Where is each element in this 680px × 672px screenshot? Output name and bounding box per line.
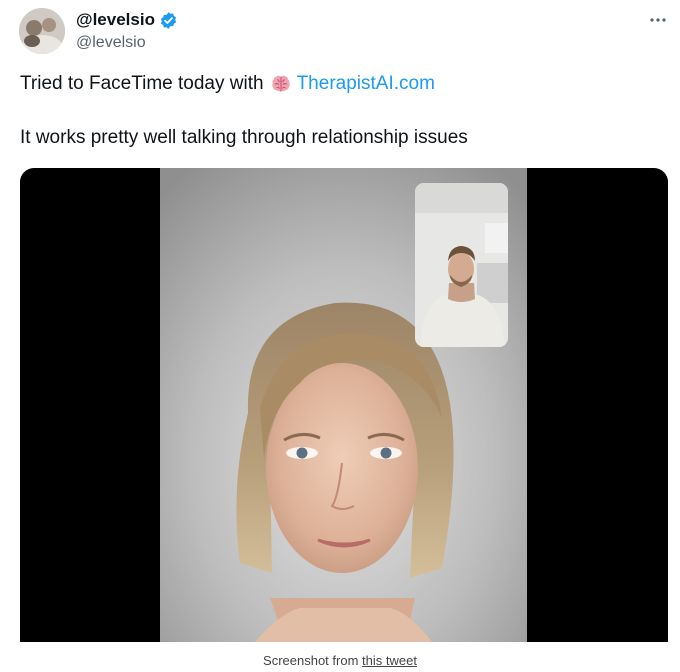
self-view-video — [415, 183, 508, 347]
tweet-text-line-1: Tried to FaceTime today with TherapistAI… — [20, 72, 660, 96]
avatar[interactable] — [19, 8, 65, 54]
more-options-button[interactable] — [644, 8, 672, 32]
display-name[interactable]: @levelsio — [76, 10, 155, 30]
therapistai-link[interactable]: TherapistAI.com — [297, 72, 435, 96]
author-info[interactable]: @levelsio @levelsio — [76, 10, 178, 53]
this-tweet-link[interactable]: this tweet — [362, 653, 417, 668]
brain-emoji-icon — [271, 75, 290, 92]
caption-prefix: Screenshot from — [263, 653, 363, 668]
screenshot-caption: Screenshot from this tweet — [0, 653, 680, 669]
tweet-media[interactable] — [20, 168, 668, 642]
more-dots-icon — [650, 18, 666, 22]
tweet-card[interactable]: @levelsio @levelsio Tried to FaceTime to… — [0, 0, 680, 645]
tweet-text-prefix: Tried to FaceTime today with — [20, 73, 264, 94]
self-view-pip[interactable] — [415, 183, 508, 347]
avatar-photo — [19, 8, 65, 54]
tweet-text-line-2: It works pretty well talking through rel… — [20, 127, 468, 148]
handle[interactable]: @levelsio — [76, 33, 178, 53]
verified-badge-icon — [160, 11, 176, 29]
